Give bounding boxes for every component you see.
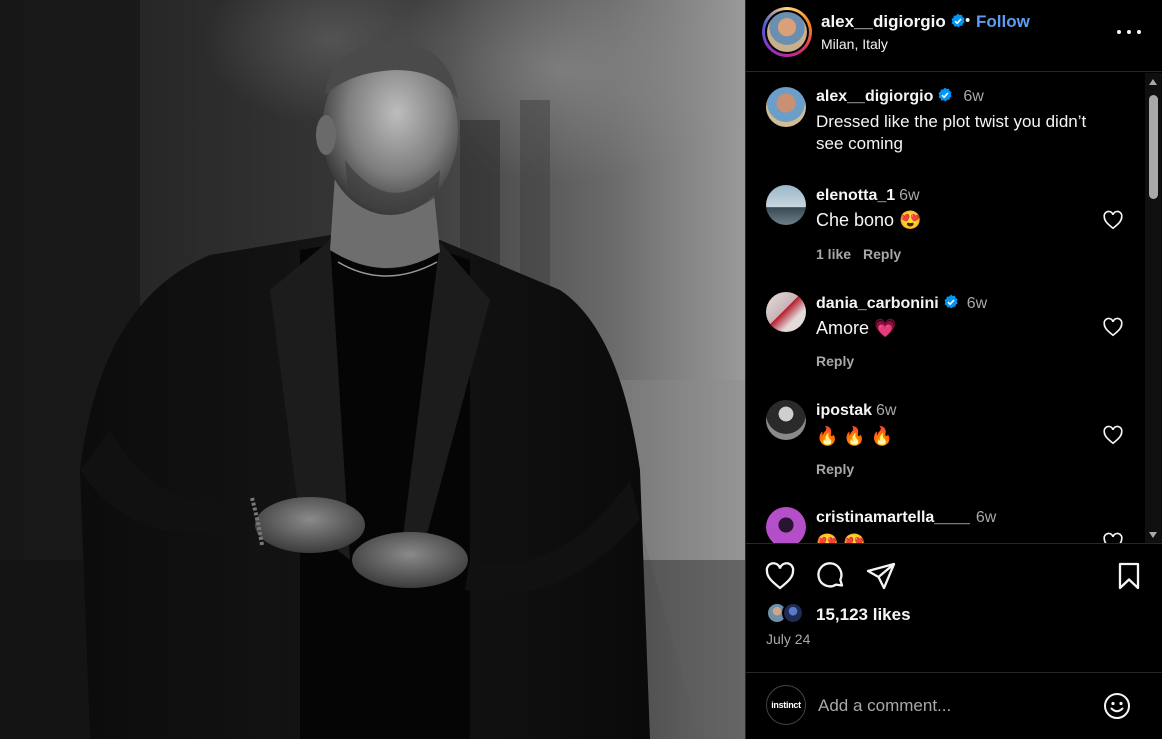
- follow-button[interactable]: Follow: [976, 12, 1030, 32]
- avatar[interactable]: [782, 602, 804, 624]
- author-username[interactable]: alex__digiorgio: [821, 12, 946, 31]
- reply-button[interactable]: Reply: [863, 246, 901, 262]
- comment-username[interactable]: elenotta_1: [816, 187, 895, 204]
- caption-username[interactable]: alex__digiorgio: [816, 88, 933, 105]
- scroll-down-arrow-icon[interactable]: [1149, 532, 1157, 538]
- comment-meta: 1 like Reply: [816, 246, 913, 262]
- comment-header: elenotta_1 6w: [816, 187, 920, 205]
- post-date[interactable]: July 24: [766, 631, 810, 647]
- comment-text: Amore 💗: [816, 318, 897, 338]
- comment-time[interactable]: 6w: [967, 295, 987, 312]
- heart-icon[interactable]: [1102, 531, 1124, 544]
- scroll-thumb[interactable]: [1149, 95, 1158, 199]
- caption-time[interactable]: 6w: [963, 88, 983, 105]
- heart-icon[interactable]: [1102, 424, 1124, 446]
- post-location[interactable]: Milan, Italy: [821, 36, 888, 52]
- reply-button[interactable]: Reply: [816, 461, 854, 477]
- more-horizontal-icon[interactable]: [1114, 20, 1144, 44]
- reply-button[interactable]: Reply: [816, 353, 854, 369]
- comment-header: ipostak 6w: [816, 402, 896, 420]
- comment-header: cristinamartella____ 6w: [816, 509, 996, 527]
- avatar[interactable]: [766, 292, 806, 332]
- verified-badge-icon: [944, 294, 958, 309]
- comments-list[interactable]: alex__digiorgio 6w Dressed like the plot …: [746, 73, 1162, 544]
- avatar[interactable]: [766, 507, 806, 543]
- avatar[interactable]: [766, 400, 806, 440]
- verified-badge-icon: [951, 13, 965, 28]
- comment-text: 🔥 🔥 🔥: [816, 426, 894, 446]
- comment-likes[interactable]: 1 like: [816, 246, 851, 262]
- bookmark-icon[interactable]: [1113, 560, 1145, 592]
- send-icon[interactable]: [865, 560, 897, 592]
- header-separator: •: [965, 12, 971, 29]
- comments-scrollbar[interactable]: [1145, 73, 1162, 543]
- comment-username[interactable]: cristinamartella____: [816, 509, 970, 526]
- post-photo[interactable]: [0, 0, 745, 739]
- heart-icon[interactable]: [1102, 316, 1124, 338]
- comment-time[interactable]: 6w: [876, 402, 896, 419]
- author-avatar[interactable]: [762, 7, 812, 57]
- verified-badge-icon: [938, 87, 952, 102]
- comment-input[interactable]: [818, 693, 1088, 719]
- comment-text: 😍 😍: [816, 533, 866, 544]
- add-comment-bar: instinct: [746, 672, 1162, 739]
- scroll-up-arrow-icon[interactable]: [1149, 79, 1157, 85]
- comment-meta: Reply: [816, 353, 866, 369]
- caption-text: Dressed like the plot twist you didn’t s…: [816, 112, 1087, 153]
- post-header: alex__digiorgio • Follow Milan, Italy: [746, 0, 1162, 72]
- comment-username[interactable]: ipostak: [816, 402, 872, 419]
- comment-text: Che bono 😍: [816, 210, 922, 230]
- comment-meta: Reply: [816, 461, 866, 477]
- post-actions: [746, 560, 1162, 596]
- avatar[interactable]: [766, 87, 806, 127]
- current-user-avatar[interactable]: instinct: [766, 685, 806, 725]
- author-username-wrap[interactable]: alex__digiorgio: [821, 12, 966, 32]
- avatar[interactable]: [766, 185, 806, 225]
- heart-icon[interactable]: [1102, 209, 1124, 231]
- comment-username[interactable]: dania_carbonini: [816, 295, 939, 312]
- emoji-icon[interactable]: [1102, 691, 1132, 721]
- comment-header: dania_carbonini 6w: [816, 294, 987, 313]
- comment-time[interactable]: 6w: [899, 187, 919, 204]
- likes-count[interactable]: 15,123 likes: [816, 605, 911, 625]
- post-photo-illustration: [0, 0, 745, 739]
- comment-time[interactable]: 6w: [976, 509, 996, 526]
- comment-icon[interactable]: [815, 560, 847, 592]
- heart-icon[interactable]: [764, 560, 796, 592]
- caption-header: alex__digiorgio 6w: [816, 87, 984, 106]
- post-details-panel: alex__digiorgio • Follow Milan, Italy al…: [745, 0, 1162, 739]
